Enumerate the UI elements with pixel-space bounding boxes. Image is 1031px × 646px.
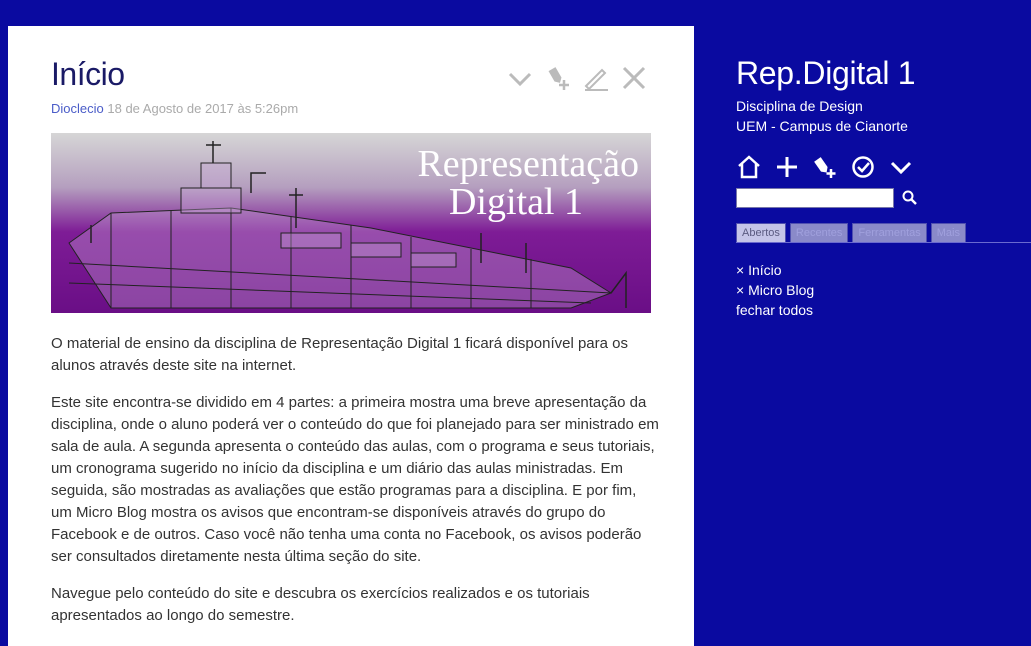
chevron-down-icon[interactable] bbox=[506, 64, 534, 92]
tag-icon[interactable] bbox=[812, 154, 838, 180]
tiddler-card: Início Dioclecio 18 de Agosto de 2017 às… bbox=[8, 26, 694, 646]
check-circle-icon[interactable] bbox=[850, 154, 876, 180]
sidebar: Rep.Digital 1 Disciplina de Design UEM -… bbox=[736, 55, 1031, 320]
tiddler-toolbar bbox=[506, 64, 648, 92]
close-all-button[interactable]: fechar todos bbox=[736, 300, 1031, 320]
pencil-icon[interactable] bbox=[582, 64, 610, 92]
open-item-inicio[interactable]: × Início bbox=[736, 260, 1031, 280]
sidebar-tabs: Abertos Recentes Ferramentas Mais bbox=[736, 223, 1031, 243]
paragraph: Este site encontra-se dividido em 4 part… bbox=[51, 394, 659, 565]
sidebar-toolbar bbox=[736, 154, 1031, 180]
banner-title-line2: Digital 1 bbox=[448, 181, 583, 223]
site-subtitle: Disciplina de Design UEM - Campus de Cia… bbox=[736, 96, 1031, 136]
site-subtitle-line1: Disciplina de Design bbox=[736, 98, 863, 114]
banner-title-line1: Representação bbox=[417, 143, 639, 185]
search-icon[interactable] bbox=[902, 190, 918, 206]
search-row bbox=[736, 188, 1031, 208]
paragraph: Navegue pelo conteúdo do site e descubra… bbox=[51, 585, 590, 624]
tiddler-title: Início bbox=[51, 56, 125, 92]
site-subtitle-line2: UEM - Campus de Cianorte bbox=[736, 118, 908, 134]
tag-plus-icon[interactable] bbox=[544, 64, 572, 92]
tab-mais[interactable]: Mais bbox=[930, 223, 966, 242]
tiddler-body: O material de ensino da disciplina de Re… bbox=[51, 333, 661, 642]
tab-abertos[interactable]: Abertos bbox=[736, 223, 786, 242]
search-input[interactable] bbox=[736, 188, 894, 208]
paragraph: O material de ensino da disciplina de Re… bbox=[51, 335, 628, 374]
tiddler-date: 18 de Agosto de 2017 às 5:26pm bbox=[107, 101, 299, 116]
banner-title: Representação Digital 1 bbox=[417, 145, 639, 221]
banner-image: Representação Digital 1 bbox=[51, 133, 651, 313]
chevron-down-icon[interactable] bbox=[888, 154, 914, 180]
tab-ferramentas[interactable]: Ferramentas bbox=[852, 223, 927, 242]
close-icon[interactable] bbox=[620, 64, 648, 92]
site-title: Rep.Digital 1 bbox=[736, 55, 916, 91]
tiddler-meta: Dioclecio 18 de Agosto de 2017 às 5:26pm bbox=[51, 101, 298, 116]
author-link[interactable]: Dioclecio bbox=[51, 101, 104, 116]
home-icon[interactable] bbox=[736, 154, 762, 180]
open-item-micro-blog[interactable]: × Micro Blog bbox=[736, 280, 1031, 300]
open-tiddlers-list: × Início × Micro Blog fechar todos bbox=[736, 260, 1031, 320]
plus-icon[interactable] bbox=[774, 154, 800, 180]
tab-recentes[interactable]: Recentes bbox=[789, 223, 849, 242]
